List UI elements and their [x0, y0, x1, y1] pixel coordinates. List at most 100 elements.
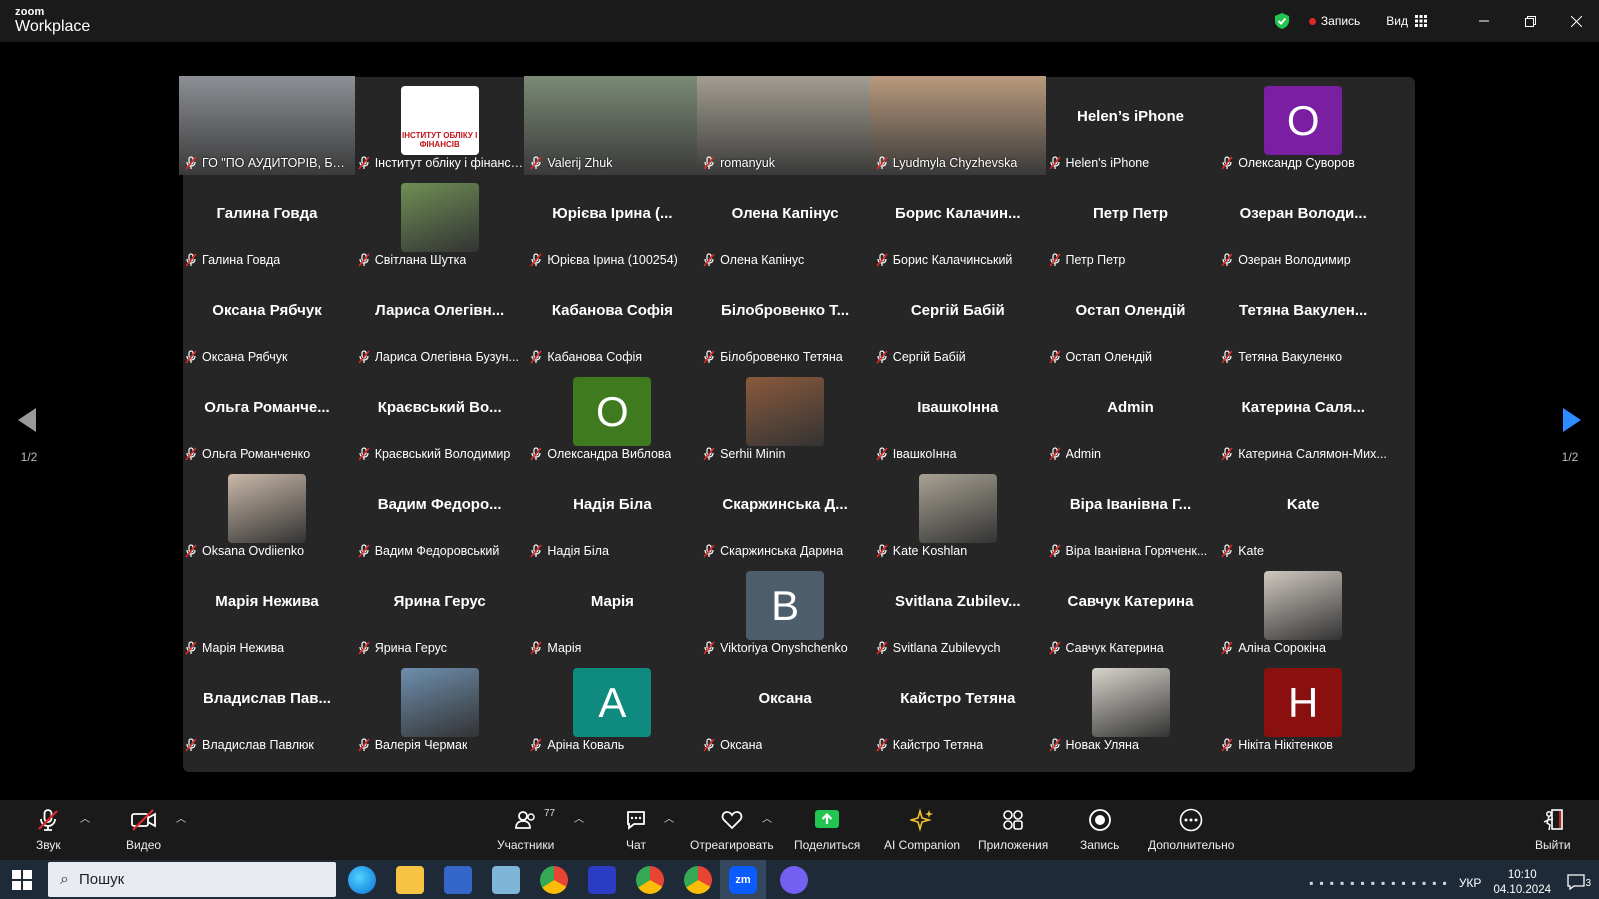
participant-tile[interactable]: О Олександр Суворов [1215, 76, 1391, 175]
participant-tile[interactable]: Лариса Олегівн... Лариса Олегівна Бузун..… [352, 270, 528, 369]
chrome-profile-icon[interactable] [636, 866, 664, 894]
windows-start-icon[interactable] [12, 870, 32, 890]
participant-display-name: Ольга Романче... [204, 399, 330, 416]
participant-tile[interactable]: Admin Admin [1043, 367, 1219, 466]
participant-name-bar: Аліна Сорокіна [1221, 639, 1387, 656]
viber-icon[interactable] [780, 866, 808, 894]
participant-tile[interactable]: Марія Марія [524, 561, 700, 660]
react-options-caret[interactable]: ︿ [762, 810, 772, 825]
participant-tile[interactable]: romanyuk [697, 76, 874, 175]
chrome-profile2-icon[interactable] [684, 866, 712, 894]
participant-tile[interactable]: Сергій Бабій Сергій Бабій [870, 270, 1046, 369]
participant-tile[interactable]: Валерія Чермак [352, 658, 528, 757]
participant-name: Віра Іванівна Горяченк... [1065, 543, 1208, 558]
participant-name-bar: Олена Капінус [703, 251, 869, 268]
participant-tile[interactable]: Галина Говда Галина Говда [179, 173, 355, 272]
audio-button[interactable]: Звук [36, 808, 61, 852]
participant-tile[interactable]: Kate Kate [1215, 464, 1391, 563]
notifications-button[interactable]: 3 [1567, 873, 1591, 893]
notes-app-icon[interactable] [492, 866, 520, 894]
participant-tile[interactable]: Serhii Minin [697, 367, 873, 466]
participant-tile[interactable]: Краєвський Во... Краєвський Володимир [352, 367, 528, 466]
webex-icon[interactable] [588, 866, 616, 894]
save-app-icon[interactable] [444, 866, 472, 894]
participant-name-bar: ІвашкоІнна [876, 445, 1042, 462]
participant-name-bar: Ольга Романченко [185, 445, 351, 462]
avatar: О [1264, 86, 1343, 155]
participant-tile[interactable]: Олена Капінус Олена Капінус [697, 173, 873, 272]
participant-tile[interactable]: Скаржинська Д... Скаржинська Дарина [697, 464, 873, 563]
restore-button[interactable] [1507, 0, 1553, 42]
participant-tile[interactable]: ІвашкоІнна ІвашкоІнна [870, 367, 1046, 466]
participant-tile[interactable]: Ольга Романче... Ольга Романченко [179, 367, 355, 466]
participant-tile[interactable]: Lyudmyla Chyzhevska [869, 76, 1046, 175]
minimize-button[interactable] [1461, 0, 1507, 42]
participant-tile[interactable]: Вадим Федоро... Вадим Федоровський [352, 464, 528, 563]
participant-tile[interactable]: Савчук Катерина Савчук Катерина [1043, 561, 1219, 660]
video-button[interactable]: Видео [126, 808, 161, 852]
chat-options-caret[interactable]: ︿ [664, 810, 674, 825]
participant-tile[interactable]: Катерина Саля... Катерина Салямон-Мих... [1215, 367, 1391, 466]
participant-tile[interactable]: Світлана Шутка [352, 173, 528, 272]
mic-muted-icon [1221, 737, 1233, 752]
participant-tile[interactable]: Марія Нежива Марія Нежива [179, 561, 355, 660]
participant-tile[interactable]: Oksana Ovdiienko [179, 464, 355, 563]
close-button[interactable] [1553, 0, 1599, 42]
participant-tile[interactable]: Віра Іванівна Г... Віра Іванівна Горяченк… [1043, 464, 1219, 563]
participant-tile[interactable]: Svitlana Zubilev... Svitlana Zubilevych [870, 561, 1046, 660]
participant-tile[interactable]: H Нікіта Нікітенков [1215, 658, 1391, 757]
participant-tile[interactable]: Остап Олендій Остап Олендій [1043, 270, 1219, 369]
participant-tile[interactable]: Кайстро Тетяна Кайстро Тетяна [870, 658, 1046, 757]
participant-name-bar: Владислав Павлюк [185, 736, 351, 753]
participant-tile[interactable]: О Олександра Виблова [524, 367, 700, 466]
clock[interactable]: 10:10 04.10.2024 [1493, 868, 1551, 898]
participant-tile[interactable]: Борис Калачин... Борис Калачинський [870, 173, 1046, 272]
leave-button[interactable]: Выйти [1535, 808, 1571, 852]
participant-tile[interactable]: Тетяна Вакулен... Тетяна Вакуленко [1215, 270, 1391, 369]
participant-tile[interactable]: Надія Біла Надія Біла [524, 464, 700, 563]
language-indicator[interactable]: УКР [1459, 876, 1482, 890]
next-page-button[interactable]: 1/2 [1541, 400, 1599, 480]
participant-tile[interactable]: Петр Петр Петр Петр [1043, 173, 1219, 272]
participant-name-bar: Svitlana Zubilevych [876, 639, 1042, 656]
participant-tile[interactable]: ГО "ПО АУДИТОРІВ, БУХГАЛ... [179, 76, 355, 175]
participant-tile[interactable]: Озеран Володи... Озеран Володимир [1215, 173, 1391, 272]
audio-options-caret[interactable]: ︿ [80, 810, 90, 825]
security-shield-icon[interactable] [1273, 12, 1291, 30]
more-button[interactable]: Дополнительно [1148, 808, 1234, 852]
chat-button[interactable]: Чат [624, 808, 648, 852]
participant-tile[interactable]: Valerij Zhuk [524, 76, 701, 175]
participant-tile[interactable]: B Viktoriya Onyshchenko [697, 561, 873, 660]
taskbar-search[interactable]: ⌕ Пошук [48, 862, 336, 897]
participant-tile[interactable]: Юрієва Ірина (... Юрієва Ірина (100254) [524, 173, 700, 272]
participant-tile[interactable]: Helen’s iPhone Helen's iPhone [1043, 76, 1219, 175]
participant-tile[interactable]: Оксана Оксана [697, 658, 873, 757]
participant-tile[interactable]: Новак Уляна [1043, 658, 1219, 757]
record-button[interactable]: Запись [1080, 808, 1119, 852]
ai-companion-button[interactable]: AI Companion [884, 808, 960, 852]
chrome-icon[interactable] [540, 866, 568, 894]
participant-tile[interactable]: Ярина Герус Ярина Герус [352, 561, 528, 660]
edge-icon[interactable] [348, 866, 376, 894]
tray-icons[interactable]: ▪▪▪▪▪▪▪▪▪▪▪▪▪▪ [1309, 876, 1453, 890]
participant-tile[interactable]: Оксана Рябчук Оксана Рябчук [179, 270, 355, 369]
prev-page-button[interactable]: 1/2 [0, 400, 58, 480]
participant-tile[interactable]: Кабанова Софія Кабанова Софія [524, 270, 700, 369]
participant-tile[interactable]: Білобровенко Т... Білобровенко Тетяна [697, 270, 873, 369]
participants-options-caret[interactable]: ︿ [574, 810, 584, 825]
participant-tile[interactable]: Kate Koshlan [870, 464, 1046, 563]
participant-display-name: Kate [1286, 496, 1320, 513]
file-explorer-icon[interactable] [396, 866, 424, 894]
mic-muted-icon [185, 640, 197, 655]
participant-tile[interactable]: Владислав Пав... Владислав Павлюк [179, 658, 355, 757]
participant-tile[interactable]: A Аріна Коваль [524, 658, 700, 757]
video-options-caret[interactable]: ︿ [176, 810, 186, 825]
recording-indicator[interactable]: Запись [1308, 14, 1360, 28]
zoom-taskbar-button[interactable]: zm [720, 860, 766, 899]
participant-display-name: Надія Біла [573, 496, 652, 513]
view-button[interactable]: Вид [1386, 14, 1427, 28]
participant-tile[interactable]: ІНСТИТУТ ОБЛІКУ І ФІНАНСІВ Інститут облік… [352, 76, 528, 175]
share-button[interactable]: Поделиться [794, 808, 860, 852]
participant-tile[interactable]: Аліна Сорокіна [1215, 561, 1391, 660]
apps-button[interactable]: Приложения [978, 808, 1048, 852]
